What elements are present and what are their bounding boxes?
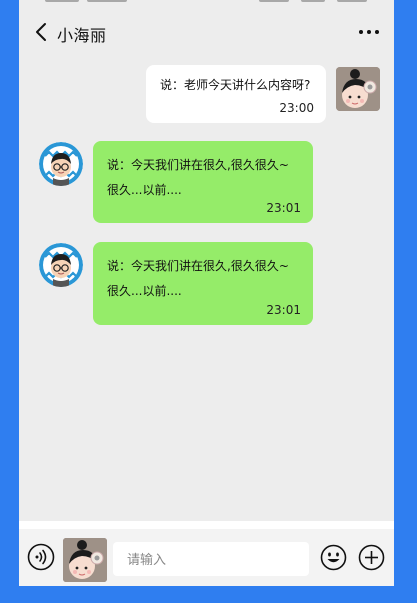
chat-header: 小海丽 [19, 10, 394, 54]
voice-icon[interactable] [27, 543, 55, 571]
message-bubble[interactable]: 说：老师今天讲什么内容呀? 23:00 [146, 65, 326, 123]
message-text: 说：今天我们讲在很久,很久很久~很久...以前.... [107, 158, 289, 197]
message-bubble[interactable]: 说：今天我们讲在很久,很久很久~很久...以前.... 23:01 [93, 242, 313, 325]
boy-avatar[interactable] [39, 243, 83, 287]
message-input-box [113, 542, 309, 578]
chevron-left-icon[interactable] [31, 20, 53, 44]
emoji-icon[interactable] [320, 544, 347, 571]
message-text: 说：老师今天讲什么内容呀? [160, 78, 311, 92]
more-dots-icon[interactable] [358, 22, 380, 42]
input-bar [19, 529, 394, 586]
girl-avatar[interactable] [63, 538, 107, 582]
message-time: 23:01 [266, 303, 301, 317]
message-input[interactable] [125, 542, 309, 578]
message-text: 说：今天我们讲在很久,很久很久~很久...以前.... [107, 259, 289, 298]
input-divider [19, 521, 394, 529]
boy-avatar[interactable] [39, 142, 83, 186]
message-bubble[interactable]: 说：今天我们讲在很久,很久很久~很久...以前.... 23:01 [93, 141, 313, 223]
chat-title: 小海丽 [57, 26, 107, 45]
girl-avatar[interactable] [336, 67, 380, 111]
status-bar [19, 0, 394, 6]
message-time: 23:01 [266, 201, 301, 215]
plus-circle-icon[interactable] [358, 544, 385, 571]
chat-screen: 小海丽 说：老师今天讲什么内容呀? 23:00 说：今天我们讲在很久,很久很久~… [19, 0, 394, 586]
message-time: 23:00 [279, 101, 314, 115]
